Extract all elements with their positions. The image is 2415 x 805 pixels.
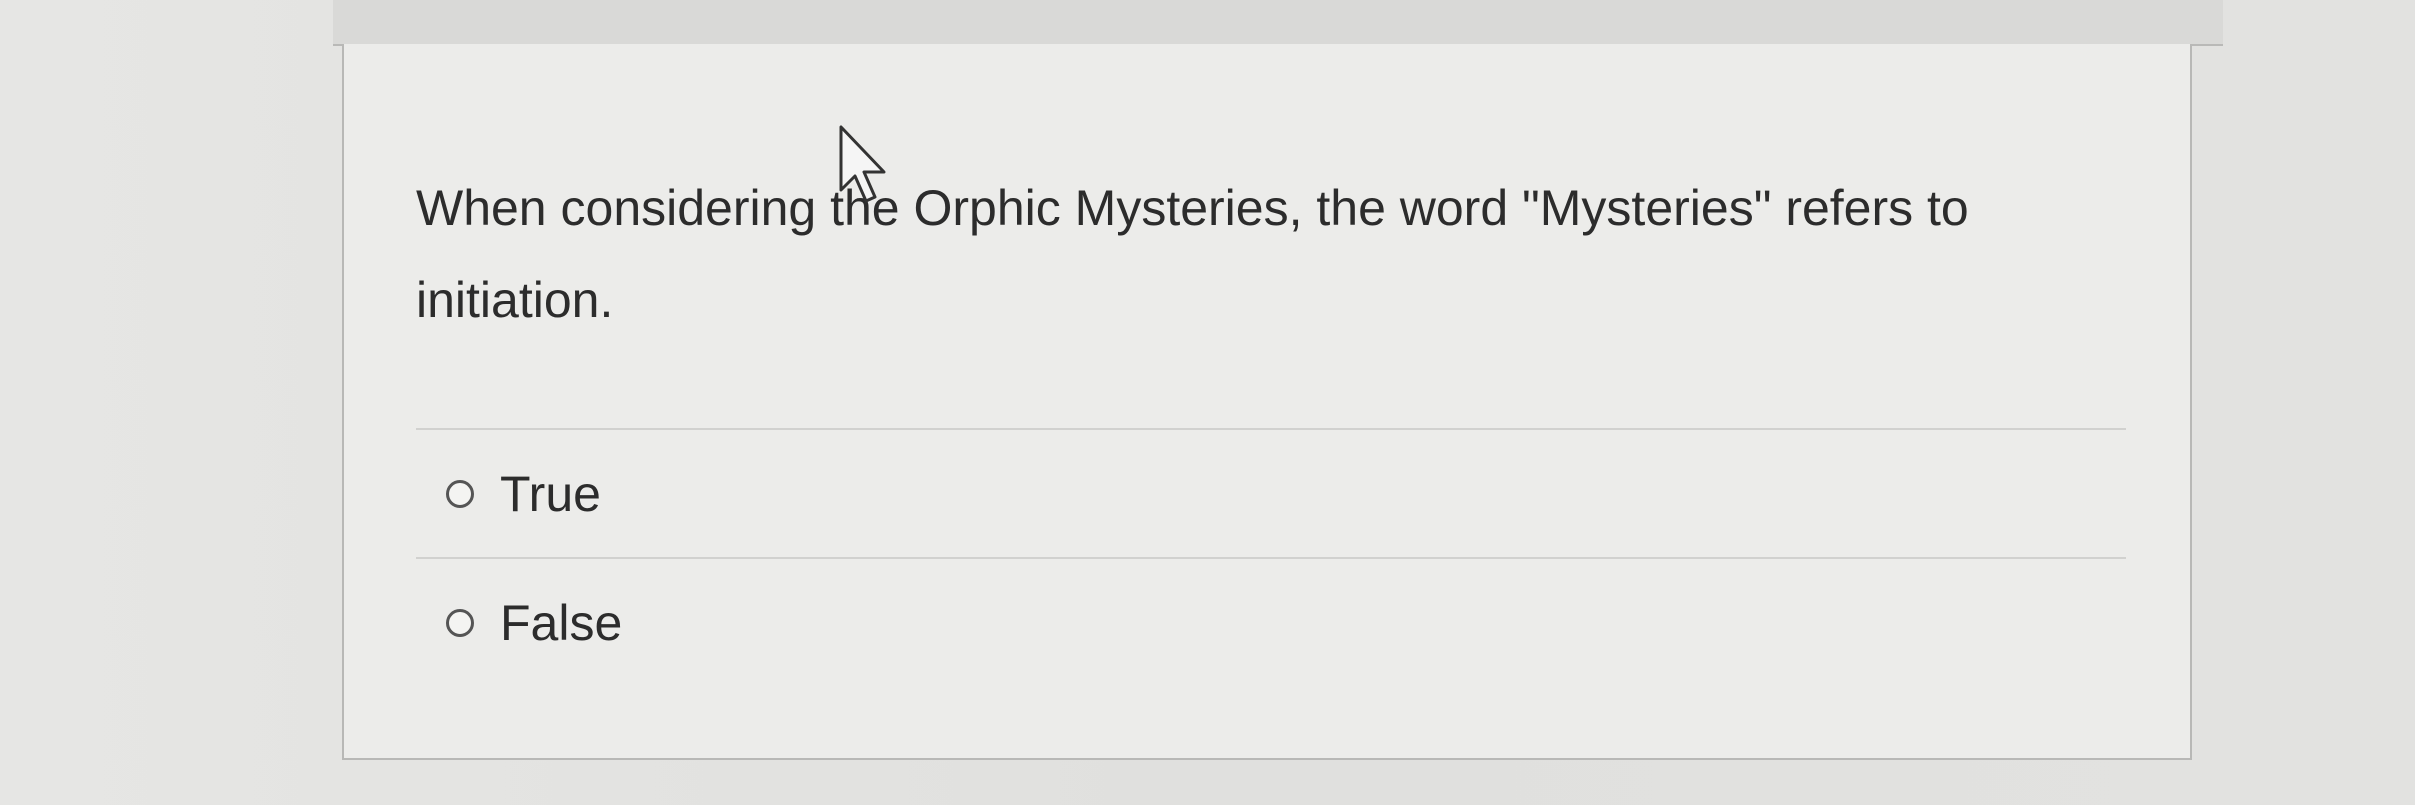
answer-label-true: True — [500, 465, 601, 522]
question-text: When considering the Orphic Mysteries, t… — [416, 180, 1969, 328]
question-card: When considering the Orphic Mysteries, t… — [342, 44, 2192, 760]
radio-button-true[interactable] — [446, 479, 474, 508]
answer-list: True False — [416, 428, 2126, 686]
radio-button-false[interactable] — [446, 608, 474, 637]
answer-option-false[interactable]: False — [416, 559, 2126, 686]
previous-question-edge — [333, 0, 2223, 46]
answer-option-true[interactable]: True — [416, 430, 2126, 557]
screen: When considering the Orphic Mysteries, t… — [0, 0, 2415, 805]
mouse-pointer-icon — [839, 125, 886, 203]
answer-label-false: False — [500, 594, 623, 651]
